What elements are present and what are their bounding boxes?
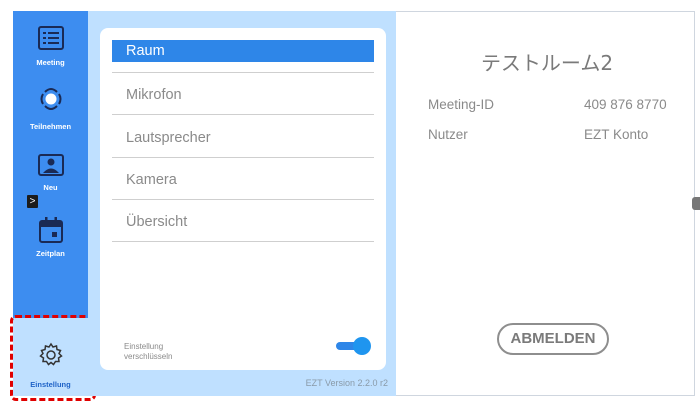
meeting-id-value: 409 876 8770 <box>584 97 667 112</box>
new-meeting-icon <box>37 154 64 183</box>
user-label: Nutzer <box>428 127 468 142</box>
meeting-id-label: Meeting-ID <box>428 97 495 112</box>
sidebar-item-label: Teilnehmen <box>29 122 72 131</box>
sidebar-item-neu[interactable]: Neu <box>13 148 88 208</box>
menu-divider <box>112 157 374 158</box>
calendar-icon <box>38 217 63 248</box>
menu-item-label: Mikrofon <box>126 87 182 103</box>
menu-divider <box>112 241 374 242</box>
menu-item-label: Lautsprecher <box>126 130 211 146</box>
sidebar-item-label: Zeitplan <box>36 249 65 258</box>
menu-divider <box>112 114 374 115</box>
sidebar-item-teilnehmen[interactable]: Teilnehmen <box>13 78 88 138</box>
settings-menu-lautsprecher[interactable]: Lautsprecher <box>112 127 374 149</box>
sidebar-item-label: Meeting <box>36 58 65 67</box>
encryption-label: Einstellung verschlüsseln <box>124 342 173 361</box>
join-icon <box>38 84 64 119</box>
menu-item-label: Übersicht <box>126 214 188 230</box>
expand-arrow-icon[interactable] <box>692 197 700 210</box>
settings-menu-uebersicht[interactable]: Übersicht <box>112 211 374 233</box>
menu-divider <box>112 72 374 73</box>
encryption-toggle[interactable] <box>336 337 371 355</box>
version-label: EZT Version 2.2.0 r2 <box>305 378 388 388</box>
user-value: EZT Konto <box>584 127 649 142</box>
logout-button[interactable]: ABMELDEN <box>497 323 609 355</box>
toggle-knob <box>353 337 371 355</box>
menu-item-label: Kamera <box>126 172 177 188</box>
room-title: テストルーム2 <box>480 51 614 75</box>
sidebar-collapse-arrow-icon[interactable]: > <box>27 195 38 208</box>
highlight-box <box>10 315 96 401</box>
settings-menu-raum[interactable]: Raum <box>112 40 374 62</box>
settings-menu-mikrofon[interactable]: Mikrofon <box>112 84 374 106</box>
sidebar-item-label: Neu <box>43 183 58 192</box>
meeting-list-icon <box>37 26 64 55</box>
menu-divider <box>112 199 374 200</box>
menu-item-label: Raum <box>126 43 165 59</box>
settings-menu-kamera[interactable]: Kamera <box>112 169 374 191</box>
sidebar-item-zeitplan[interactable]: Zeitplan <box>13 212 88 272</box>
sidebar-item-meeting[interactable]: Meeting <box>13 11 88 71</box>
